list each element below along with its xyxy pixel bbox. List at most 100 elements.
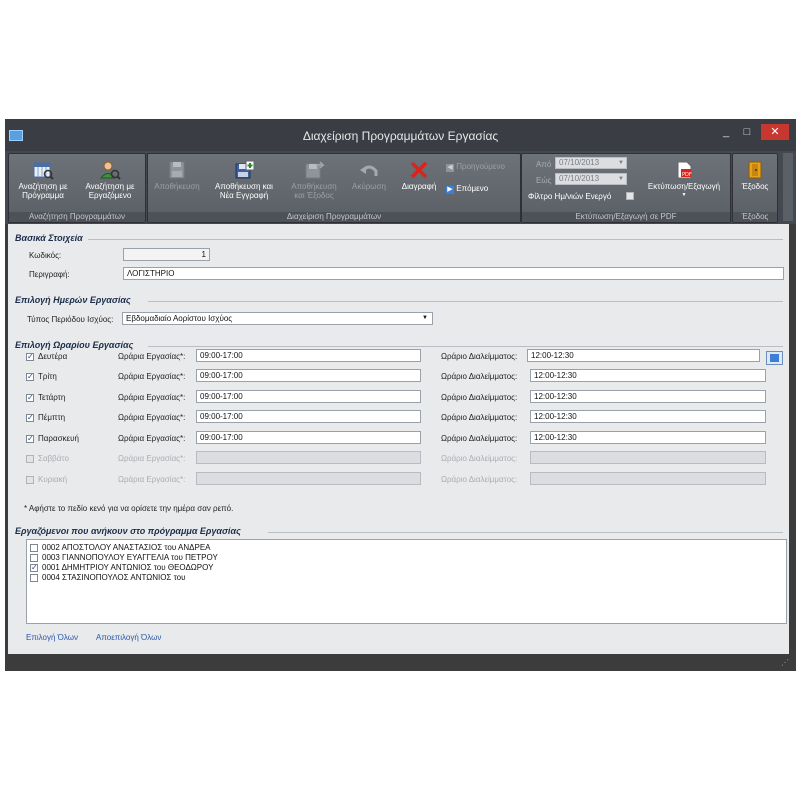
print-export-button[interactable]: PDF Εκτύπωση/Εξαγωγή ▼ [642,160,726,200]
ribbon-scroll-arrow[interactable] [783,153,793,221]
ribbon-group-exit: Έξοδος Έξοδος [732,153,778,223]
date-filter-label: Φίλτρο Ημ/νιών Ενεργό [528,192,612,201]
ribbon-group-manage-caption: Διαχείριση Προγραμμάτων [148,212,520,222]
employee-checkbox[interactable] [30,574,38,582]
break-hours-field[interactable]: 12:00-12:30 [527,349,760,362]
ribbon: Αναζήτηση με Πρόγραμμα Αναζήτηση με Εργα… [5,151,796,224]
close-button[interactable]: ✕ [761,124,789,140]
divider [88,239,783,240]
code-label: Κωδικός: [29,251,62,260]
work-hours-label: Ωράρια Εργασίας*: [118,393,186,402]
floppy-disk-icon [169,161,185,179]
save-and-new-label-2: Νέα Εγγραφή [219,191,269,200]
previous-label: Προηγούμενο [456,162,505,171]
break-hours-value: 12:00-12:30 [534,371,577,380]
work-hours-label: Ωράρια Εργασίας*: [118,413,186,422]
print-export-label: Εκτύπωση/Εξαγωγή [647,182,721,191]
work-hours-field[interactable] [196,451,421,464]
day-checkbox[interactable]: ✓ [26,373,34,381]
work-hours-field[interactable]: 09:00-17:00 [196,410,421,423]
exit-button[interactable]: Έξοδος [734,160,776,191]
work-hours-value: 09:00-17:00 [200,351,243,360]
work-hours-value: 09:00-17:00 [200,412,243,421]
work-hours-label: Ωράρια Εργασίας*: [118,372,186,381]
break-hours-field[interactable] [530,451,766,464]
description-value: ΛΟΓΙΣΤΗΡΙΟ [127,269,175,278]
work-hours-field[interactable]: 09:00-17:00 [196,349,421,362]
search-by-employee-label-2: Εργαζόμενο [88,191,132,200]
save-button[interactable]: Αποθήκευση [150,160,204,191]
break-hours-value: 12:00-12:30 [534,392,577,401]
dropdown-arrow-icon: ▼ [618,176,624,182]
ribbon-group-search-caption: Αναζήτηση Προγραμμάτων [9,212,145,222]
work-hours-field[interactable]: 09:00-17:00 [196,369,421,382]
cancel-button[interactable]: Ακύρωση [346,160,392,191]
work-hours-field[interactable] [196,472,421,485]
maximize-button[interactable]: □ [738,124,756,140]
employee-checkbox[interactable]: ✓ [30,564,38,572]
day-checkbox[interactable]: ✓ [26,435,34,443]
break-hours-value: 12:00-12:30 [531,351,574,360]
previous-button[interactable]: ◀ Προηγούμενο [446,162,518,172]
resize-grip-icon[interactable]: ⋰ [781,658,791,668]
cancel-label: Ακύρωση [352,182,386,191]
work-hours-label: Ωράρια Εργασίας*: [118,454,186,463]
break-hours-label: Ωράριο Διαλείμματος: [441,454,518,463]
exit-door-icon [748,161,762,179]
status-bar: ⋰ [5,654,796,671]
day-checkbox[interactable] [26,455,34,463]
break-hours-value: 12:00-12:30 [534,433,577,442]
break-hours-label: Ωράριο Διαλείμματος: [441,352,518,361]
date-filter-checkbox[interactable] [626,192,634,200]
break-hours-field[interactable]: 12:00-12:30 [530,410,766,423]
select-all-link[interactable]: Επιλογή Όλων [26,633,78,642]
day-checkbox[interactable]: ✓ [26,414,34,422]
save-and-exit-button[interactable]: Αποθήκευση και Έξοδος [284,160,344,200]
break-hours-field[interactable]: 12:00-12:30 [530,369,766,382]
employee-checkbox[interactable] [30,544,38,552]
to-date-picker[interactable]: 07/10/2013 ▼ [555,173,627,185]
break-hours-field[interactable]: 12:00-12:30 [530,390,766,403]
search-by-program-label-2: Πρόγραμμα [22,191,64,200]
chevron-down-icon: ▼ [681,192,687,198]
copy-schedule-button[interactable] [766,351,783,365]
code-field[interactable]: 1 [123,248,210,261]
svg-text:PDF: PDF [682,172,692,178]
description-field[interactable]: ΛΟΓΙΣΤΗΡΙΟ [123,267,784,280]
day-checkbox[interactable]: ✓ [26,394,34,402]
save-and-new-button[interactable]: Αποθήκευση και Νέα Εγγραφή [208,160,280,200]
divider [148,301,783,302]
next-arrow-icon: ▶ [446,186,454,194]
ribbon-group-exit-caption: Έξοδος [733,212,777,222]
from-date-picker[interactable]: 07/10/2013 ▼ [555,157,627,169]
work-hours-label: Ωράρια Εργασίας*: [118,434,186,443]
title-bar: Διαχείριση Προγραμμάτων Εργασίας _ □ ✕ [5,119,796,151]
work-hours-field[interactable]: 09:00-17:00 [196,431,421,444]
schedule-note: * Αφήστε το πεδίο κενό για να ορίσετε τη… [24,504,234,513]
day-checkbox[interactable] [26,476,34,484]
work-hours-label: Ωράρια Εργασίας*: [118,352,186,361]
employees-list[interactable]: 0002 ΑΠΟΣΤΟΛΟΥ ΑΝΑΣΤΑΣΙΟΣ του ΑΝΔΡΕΑ 0003… [26,539,787,624]
period-type-value: Εβδομαδιαίο Αορίστου Ισχύος [126,314,233,323]
deselect-all-link[interactable]: Αποεπιλογή Όλων [96,633,161,642]
search-by-program-button[interactable]: Αναζήτηση με Πρόγραμμα [11,160,75,200]
period-type-select[interactable]: Εβδομαδιαίο Αορίστου Ισχύος ▼ [122,312,433,325]
next-button[interactable]: ▶ Επόμενο [446,184,518,194]
work-hours-field[interactable]: 09:00-17:00 [196,390,421,403]
ribbon-group-manage: Αποθήκευση Αποθήκευση και Νέα Εγγραφή Απ… [147,153,521,223]
search-by-employee-button[interactable]: Αναζήτηση με Εργαζόμενο [77,160,143,200]
work-hours-value: 09:00-17:00 [200,392,243,401]
section-schedule-header: Επιλογή Ωραρίου Εργασίας [15,340,134,350]
day-checkbox[interactable]: ✓ [26,353,34,361]
break-hours-label: Ωράριο Διαλείμματος: [441,393,518,402]
break-hours-field[interactable] [530,472,766,485]
delete-button[interactable]: Διαγραφή [396,160,442,191]
minimize-button[interactable]: _ [717,124,735,140]
save-and-new-label-1: Αποθήκευση και [215,182,273,191]
employee-checkbox[interactable] [30,554,38,562]
delete-x-icon [410,161,428,179]
save-and-exit-label-1: Αποθήκευση [291,182,337,191]
break-hours-field[interactable]: 12:00-12:30 [530,431,766,444]
employee-name: 0002 ΑΠΟΣΤΟΛΟΥ ΑΝΑΣΤΑΣΙΟΣ του ΑΝΔΡΕΑ [42,543,211,552]
break-hours-label: Ωράριο Διαλείμματος: [441,372,518,381]
